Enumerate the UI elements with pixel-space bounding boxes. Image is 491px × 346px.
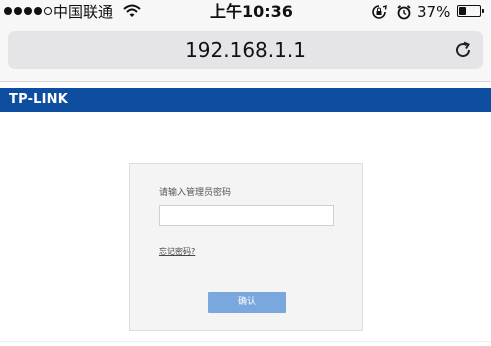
screen: 中国联通 上午10:36 37% 192.168.1.1 TP-LINK 请输入… bbox=[0, 0, 491, 346]
password-input[interactable] bbox=[159, 205, 334, 226]
forgot-password-link[interactable]: 忘记密码? bbox=[159, 247, 195, 257]
bottom-divider bbox=[0, 341, 491, 342]
battery-tip bbox=[482, 9, 484, 13]
carrier-name: 中国联通 bbox=[53, 3, 114, 21]
wifi-icon bbox=[123, 4, 141, 22]
address-url[interactable]: 192.168.1.1 bbox=[8, 31, 483, 69]
status-bar: 中国联通 上午10:36 37% bbox=[0, 0, 491, 24]
confirm-button[interactable]: 确认 bbox=[208, 292, 286, 313]
rotation-lock-icon bbox=[371, 4, 387, 24]
address-bar[interactable]: 192.168.1.1 bbox=[8, 31, 483, 69]
battery-icon bbox=[457, 5, 484, 17]
status-time: 上午10:36 bbox=[210, 2, 293, 21]
alarm-icon bbox=[396, 4, 412, 24]
reload-icon[interactable] bbox=[453, 40, 473, 64]
tp-link-logo: TP-LINK bbox=[9, 92, 69, 107]
brand-header: TP-LINK bbox=[0, 88, 491, 112]
battery-level-fill bbox=[459, 7, 466, 15]
browser-toolbar: 192.168.1.1 bbox=[0, 24, 491, 82]
battery-percent: 37% bbox=[417, 3, 451, 21]
password-label: 请输入管理员密码 bbox=[159, 188, 232, 198]
signal-strength-icon bbox=[4, 7, 52, 15]
login-panel: 请输入管理员密码 忘记密码? 确认 bbox=[129, 163, 363, 331]
